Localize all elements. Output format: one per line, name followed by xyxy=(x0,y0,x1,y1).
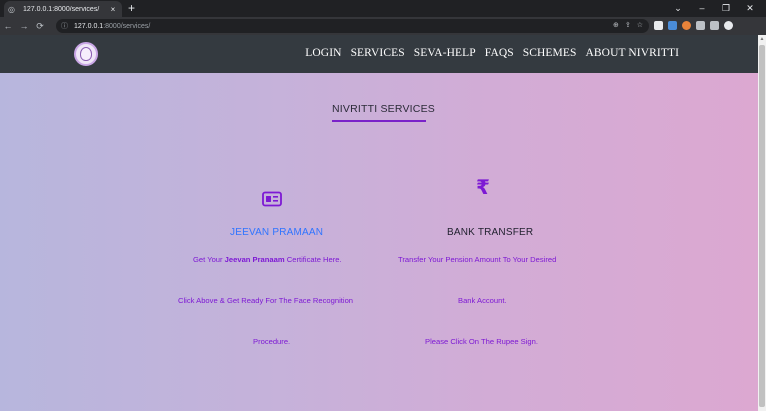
bank-description-3: Please Click On The Rupee Sign. xyxy=(425,337,538,346)
puzzle-icon[interactable] xyxy=(696,21,705,30)
extension-icon-1[interactable] xyxy=(654,21,663,30)
scroll-up-arrow-icon[interactable]: ▲ xyxy=(758,35,766,43)
jeevan-description-2: Click Above & Get Ready For The Face Rec… xyxy=(178,296,354,305)
address-bar[interactable]: ⓘ 127.0.0.1:8000/services/ ⊕ ⇪ ☆ xyxy=(56,19,649,33)
forward-arrow-icon[interactable]: → xyxy=(16,21,32,31)
id-card-icon[interactable] xyxy=(262,191,282,207)
scroll-thumb[interactable] xyxy=(759,45,765,407)
nav-about[interactable]: ABOUT NIVRITTI xyxy=(586,47,680,59)
site-info-icon[interactable]: ⓘ xyxy=(61,21,71,31)
section-title: NIVRITTI SERVICES xyxy=(332,103,435,115)
nav-services[interactable]: SERVICES xyxy=(351,47,405,59)
window-controls: ⌄ – ❐ ✕ xyxy=(666,2,762,14)
extension-icon-2[interactable] xyxy=(668,21,677,30)
bank-description-1: Transfer Your Pension Amount To Your Des… xyxy=(398,255,557,264)
profile-icon[interactable] xyxy=(724,21,733,30)
restore-button[interactable]: ❐ xyxy=(714,2,738,14)
browser-toolbar: ← → ⟳ ⓘ 127.0.0.1:8000/services/ ⊕ ⇪ ☆ xyxy=(0,17,766,35)
tab-title: 127.0.0.1:8000/services/ xyxy=(23,5,100,13)
jeevan-description-3: Procedure. xyxy=(253,337,291,346)
elder-face-icon xyxy=(80,47,92,61)
bank-description-2: Bank Account. xyxy=(458,296,507,305)
nav-seva-help[interactable]: SEVA-HELP xyxy=(414,47,476,59)
jeevan-pramaan-link[interactable]: JEEVAN PRAMAAN xyxy=(230,227,323,238)
back-arrow-icon[interactable]: ← xyxy=(0,21,16,31)
page: LOGIN SERVICES SEVA-HELP FAQS SCHEMES AB… xyxy=(0,35,766,411)
extension-icon-3[interactable] xyxy=(682,21,691,30)
nav-faqs[interactable]: FAQS xyxy=(485,47,514,59)
browser-tabstrip: ◎ 127.0.0.1:8000/services/ × + ⌄ – ❐ ✕ xyxy=(0,0,766,17)
url-text[interactable]: 127.0.0.1:8000/services/ xyxy=(74,23,150,30)
nivritti-logo[interactable] xyxy=(74,42,98,66)
reload-icon[interactable]: ⟳ xyxy=(32,21,48,32)
share-icon[interactable]: ⇪ xyxy=(625,21,631,29)
rupee-icon[interactable]: ₹ xyxy=(476,175,490,199)
tab-search-icon[interactable]: ⌄ xyxy=(666,2,690,14)
close-window-button[interactable]: ✕ xyxy=(738,2,762,14)
nav-links: LOGIN SERVICES SEVA-HELP FAQS SCHEMES AB… xyxy=(305,47,679,59)
services-content: NIVRITTI SERVICES ₹ JEEVAN PRAMAAN BANK … xyxy=(0,73,758,411)
zoom-icon[interactable]: ⊕ xyxy=(613,21,619,29)
browser-tab[interactable]: ◎ 127.0.0.1:8000/services/ × xyxy=(4,1,122,17)
bookmark-star-icon[interactable]: ☆ xyxy=(637,21,643,29)
nav-schemes[interactable]: SCHEMES xyxy=(523,47,577,59)
extensions-bar xyxy=(654,21,733,30)
jeevan-description-1: Get Your Jeevan Pranaam Certificate Here… xyxy=(193,255,342,264)
tab-close-button[interactable]: × xyxy=(108,5,118,14)
title-underline xyxy=(332,120,426,122)
new-tab-button[interactable]: + xyxy=(128,2,135,14)
globe-icon: ◎ xyxy=(8,4,15,14)
bank-transfer-title: BANK TRANSFER xyxy=(447,227,534,238)
page-scrollbar[interactable]: ▲ xyxy=(758,35,766,411)
minimize-button[interactable]: – xyxy=(690,2,714,14)
nav-login[interactable]: LOGIN xyxy=(305,47,341,59)
omnibox-actions: ⊕ ⇪ ☆ xyxy=(613,21,643,29)
site-navbar: LOGIN SERVICES SEVA-HELP FAQS SCHEMES AB… xyxy=(0,35,758,73)
side-panel-icon[interactable] xyxy=(710,21,719,30)
